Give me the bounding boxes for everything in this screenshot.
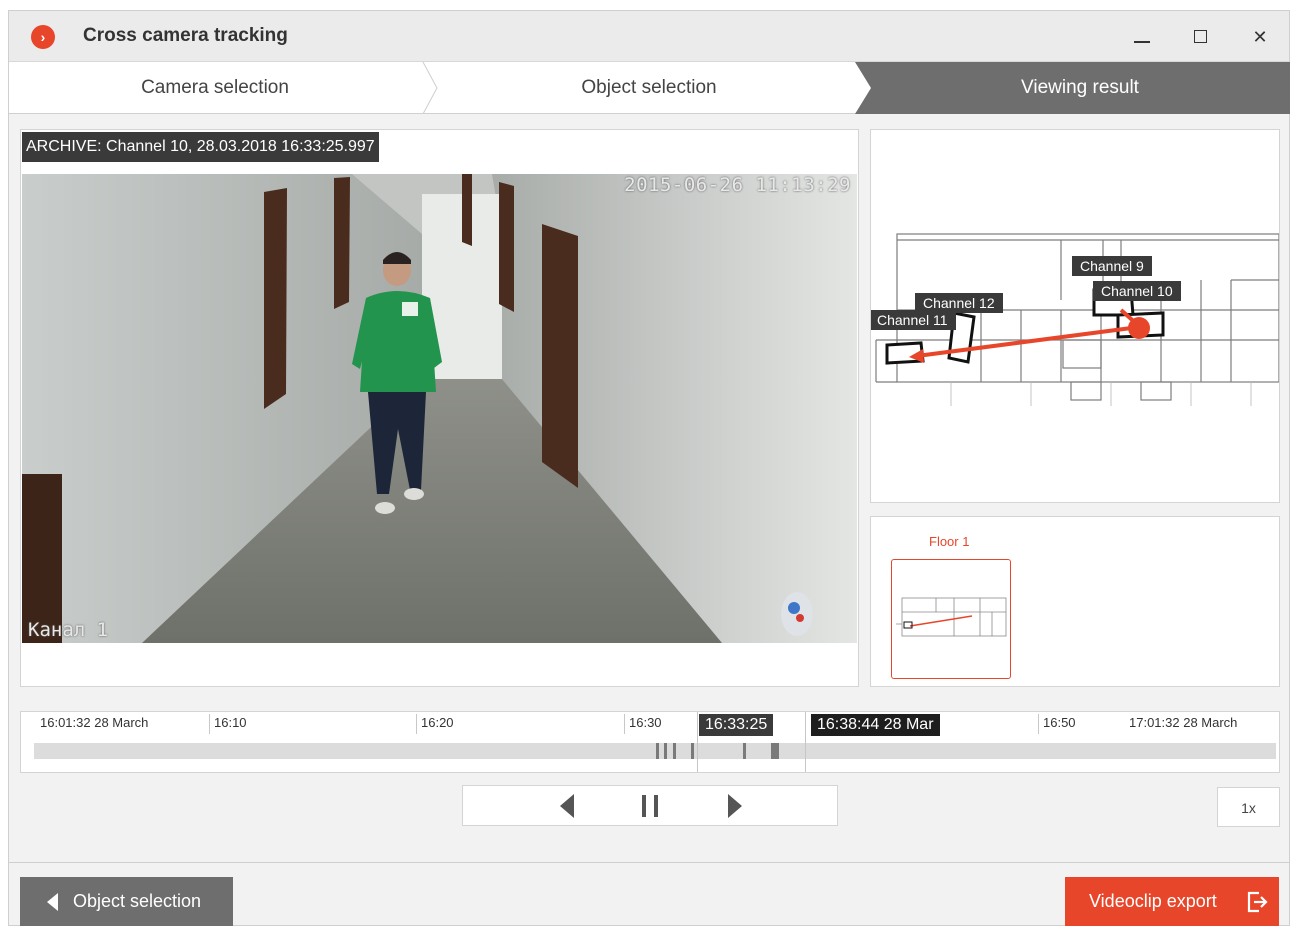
floor-thumbnail[interactable] (891, 559, 1011, 679)
selection-cursor[interactable] (805, 712, 806, 772)
minimize-button[interactable] (1127, 23, 1157, 51)
step-object-selection[interactable]: Object selection (439, 62, 859, 114)
timeline-event-mark[interactable] (743, 743, 746, 759)
timeline-tick: 17:01:32 28 March (1129, 715, 1238, 730)
back-button-label: Object selection (73, 891, 202, 911)
timeline-track[interactable] (34, 743, 1276, 759)
step-back-icon (560, 794, 574, 818)
pause-button[interactable] (630, 792, 670, 820)
videoclip-export-button[interactable]: Videoclip export (1065, 877, 1279, 926)
timeline-tick: 16:10 (209, 714, 247, 734)
minimize-icon (1134, 41, 1150, 43)
step-separator (422, 62, 438, 114)
floor-label: Floor 1 (929, 534, 970, 549)
current-time-badge: 16:33:25 (699, 714, 774, 736)
selected-time-badge: 16:38:44 28 Mar (811, 714, 940, 736)
pause-icon (642, 795, 658, 817)
step-viewing-result[interactable]: Viewing result (869, 62, 1290, 114)
corridor-scene (22, 174, 857, 643)
timeline-tick: 16:20 (416, 714, 454, 734)
floors-panel: Floor 1 (870, 516, 1280, 687)
maximize-icon (1193, 30, 1207, 43)
arrow-left-icon (47, 893, 58, 911)
step-camera-selection[interactable]: Camera selection (9, 62, 421, 114)
app-logo-icon: › (31, 25, 55, 49)
floor-thumbnail-map (896, 597, 1007, 637)
close-icon: ✕ (1252, 27, 1268, 47)
map-channel-tag[interactable]: Channel 9 (1072, 256, 1152, 276)
playback-cursor[interactable] (697, 712, 698, 772)
step-forward-icon (728, 794, 742, 818)
export-icon (1247, 891, 1268, 913)
osd-channel-name: Канал 1 (28, 619, 109, 641)
osd-timestamp: 2015-06-26 11:13:29 (624, 174, 851, 196)
map-channel-tag[interactable]: Channel 10 (1093, 281, 1181, 301)
playback-speed-button[interactable]: 1x (1217, 787, 1280, 827)
cross-camera-tracking-window: › Cross camera tracking ✕ Camera selecti… (8, 10, 1290, 926)
step-back-button[interactable] (547, 792, 587, 820)
window-title: Cross camera tracking (83, 25, 288, 46)
timeline-tick: 16:50 (1038, 714, 1076, 734)
title-bar: › Cross camera tracking ✕ (9, 11, 1289, 62)
timeline-tick: 16:30 (624, 714, 662, 734)
timeline-event-mark[interactable] (664, 743, 667, 759)
export-button-label: Videoclip export (1089, 891, 1217, 911)
timeline-event-mark[interactable] (771, 743, 779, 759)
video-panel: ARCHIVE: Channel 10, 28.03.2018 16:33:25… (20, 129, 859, 687)
wizard-steps: Camera selection Object selection Viewin… (9, 62, 1290, 114)
timeline[interactable]: 16:01:32 28 March 16:10 16:20 16:30 16:5… (20, 711, 1280, 773)
timeline-event-mark[interactable] (656, 743, 659, 759)
floor-map-panel[interactable]: Channel 9 Channel 10 Channel 12 Channel … (870, 129, 1280, 503)
video-frame[interactable]: 2015-06-26 11:13:29 Канал 1 (22, 174, 857, 643)
playback-controls (462, 785, 838, 826)
timeline-event-mark[interactable] (673, 743, 676, 759)
step-forward-button[interactable] (715, 792, 755, 820)
map-channel-tag[interactable]: Channel 11 (871, 310, 956, 330)
timeline-event-mark[interactable] (691, 743, 694, 759)
archive-label: ARCHIVE: Channel 10, 28.03.2018 16:33:25… (22, 132, 379, 162)
back-to-object-selection-button[interactable]: Object selection (20, 877, 233, 926)
close-button[interactable]: ✕ (1245, 23, 1275, 51)
timeline-tick: 16:01:32 28 March (40, 715, 149, 730)
maximize-button[interactable] (1185, 23, 1215, 51)
footer-divider (9, 862, 1289, 863)
